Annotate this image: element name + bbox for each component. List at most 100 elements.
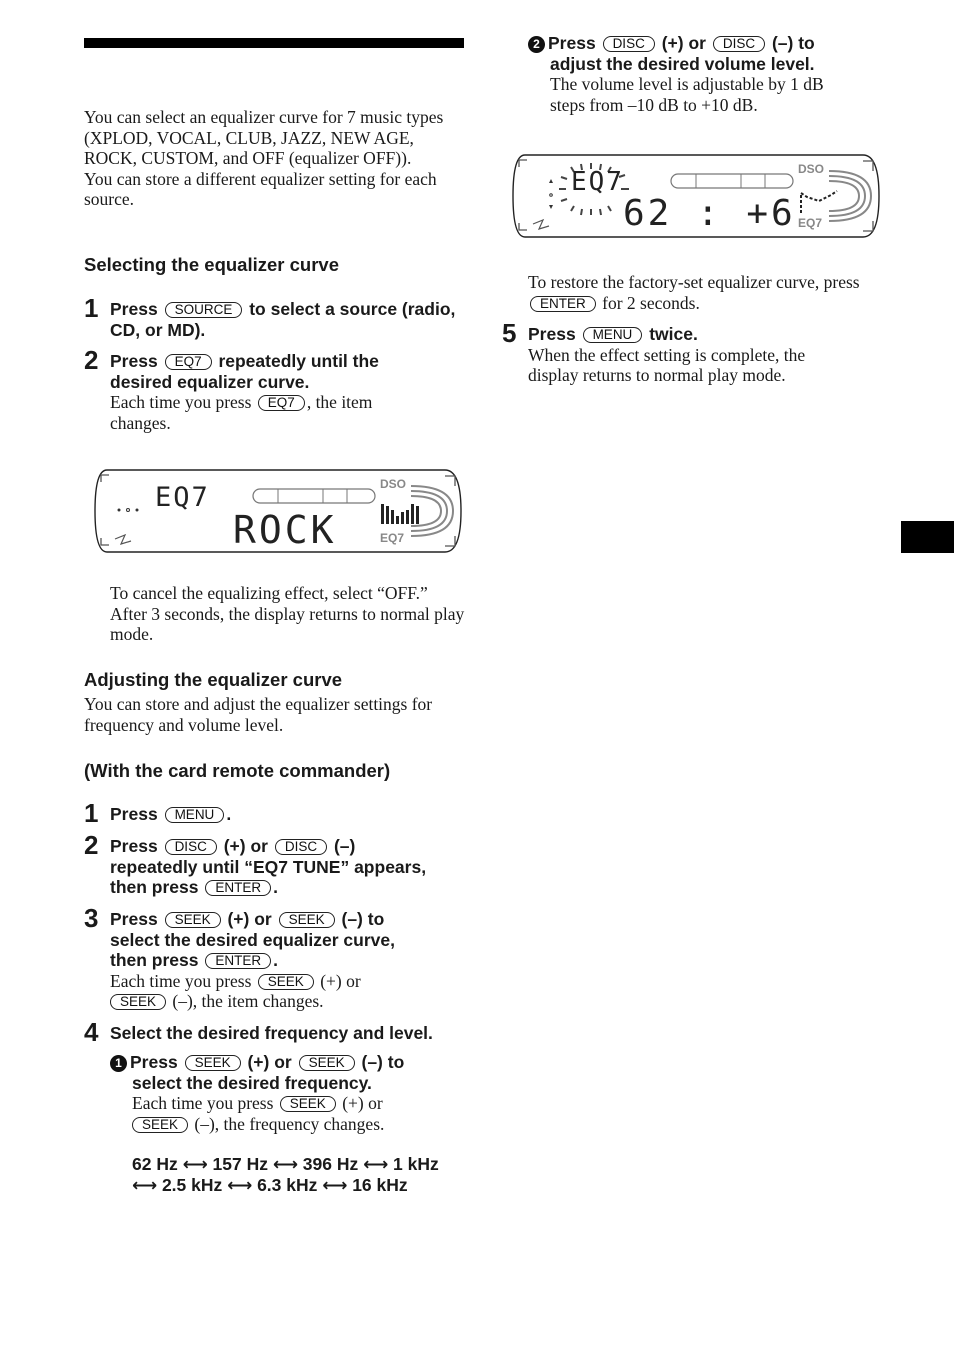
note-text: (–), the item changes. <box>172 991 324 1011</box>
step-line: Press DISC (+) or DISC (–) <box>110 836 470 857</box>
seek-plus-key: SEEK <box>279 1096 336 1112</box>
step-line: then press ENTER. <box>110 950 470 971</box>
adjust-step-4: 4 Select the desired frequency and level… <box>84 1019 480 1045</box>
step-text: to select a source (radio, CD, or MD). <box>110 299 456 340</box>
step-note: Each time you press SEEK (+) or SEEK (–)… <box>110 971 470 1012</box>
lcd-eq-label: EQ7 <box>380 531 405 545</box>
step-text: then press <box>110 877 199 897</box>
lcd-eq-label: EQ7 <box>798 216 823 230</box>
step-text: Press <box>110 804 158 824</box>
page-side-tab <box>901 521 954 553</box>
lcd-eq7-label: EQ7 <box>155 482 210 513</box>
seek-minus-key: SEEK <box>298 1055 355 1071</box>
step-line: select the desired frequency. <box>132 1072 372 1093</box>
step-text: . <box>226 804 232 824</box>
lcd-dso-label: DSO <box>798 162 825 176</box>
circled-number-2: 2 <box>528 36 545 53</box>
step-note: The volume level is adjustable by 1 dB s… <box>550 74 824 115</box>
step-note: Each time you press EQ7, the item change… <box>110 392 410 433</box>
step-text: Press <box>548 33 596 53</box>
adjust-intro: You can store and adjust the equalizer s… <box>84 694 433 735</box>
step-text: Press <box>110 909 158 929</box>
menu-key: MENU <box>164 807 225 823</box>
step-text: Press <box>110 836 158 856</box>
seek-plus-key: SEEK <box>184 1055 241 1071</box>
step-number: 1 <box>84 293 99 323</box>
note-text: (–), the frequency changes. <box>194 1113 385 1134</box>
disc-minus-key: DISC <box>274 839 328 855</box>
heading-selecting: Selecting the equalizer curve <box>84 254 339 275</box>
step-text: . <box>273 877 279 897</box>
seek-plus-key: SEEK <box>257 973 314 990</box>
intro-text-1: You can select an equalizer curve for 7 … <box>84 107 444 168</box>
step-text: Press <box>528 324 576 344</box>
lcd-main-text: ROCK <box>233 508 337 552</box>
enter-key: ENTER <box>205 880 272 896</box>
step-number: 2 <box>84 345 99 375</box>
step-number: 2 <box>84 830 99 860</box>
note-text: Each time you press <box>110 392 252 412</box>
restore-note: To restore the factory-set equalizer cur… <box>528 272 868 313</box>
step-text: (+) or <box>247 1052 292 1072</box>
note-text: (+) or <box>320 970 361 991</box>
seek-minus-key: SEEK <box>132 1116 189 1133</box>
lcd-display-tune: EQ7 62 : +6 DSO EQ7 <box>511 153 881 239</box>
seek-plus-key: SEEK <box>164 912 221 928</box>
step-text: Press <box>110 299 158 319</box>
step-line: 2 Press DISC (+) or DISC (–) to <box>528 33 888 54</box>
cancel-note: To cancel the equalizing effect, select … <box>110 583 465 644</box>
circled-number-1: 1 <box>110 1055 127 1072</box>
lcd-dso-label: DSO <box>380 477 407 491</box>
step-text: (–) <box>333 836 356 856</box>
heading-adjusting: Adjusting the equalizer curve <box>84 669 343 690</box>
select-step-2: 2 Press EQ7 repeatedly until the desired… <box>84 347 440 433</box>
frequency-sequence: 62 Hz ⟷ 157 Hz ⟷ 396 Hz ⟷ 1 kHz ⟷ 2.5 kH… <box>132 1154 470 1195</box>
step-text: (–) to <box>341 909 385 929</box>
step-text: twice. <box>649 324 698 344</box>
adjust-step-2: 2 Press DISC (+) or DISC (–) repeatedly … <box>84 832 470 898</box>
seek-minus-key: SEEK <box>110 994 167 1010</box>
note-text: Each time you press <box>110 970 252 991</box>
adjust-step-5: 5 Press MENU twice. When the effect sett… <box>502 320 868 386</box>
section-title-bar <box>84 38 464 48</box>
note-text: Each time you press <box>132 1093 274 1113</box>
step-line: repeatedly until “EQ7 TUNE” appears, <box>110 856 427 877</box>
subheading-remote: (With the card remote commander) <box>84 760 391 781</box>
step-text: (+) or <box>227 909 272 929</box>
step-text: (+) or <box>661 33 706 53</box>
step-number: 5 <box>502 318 517 348</box>
adjust-substep-1: 1 Press SEEK (+) or SEEK (–) to select th… <box>110 1052 470 1195</box>
step-text: Press <box>110 351 158 371</box>
step-text: (+) or <box>223 836 268 856</box>
adjust-step-3: 3 Press SEEK (+) or SEEK (–) to select t… <box>84 905 470 1012</box>
adjust-step-1: 1 Press MENU. <box>84 800 470 826</box>
lcd-main-text: 62 : +6 <box>623 193 796 234</box>
step-text: (–) to <box>771 33 815 53</box>
source-key: SOURCE <box>164 302 243 318</box>
step-line: Press SEEK (+) or SEEK (–) to <box>110 909 470 930</box>
note-text: (+) or <box>342 1093 383 1113</box>
eq7-key: EQ7 <box>164 354 212 370</box>
lcd-display-rock: EQ7 ROCK DSO EQ7 <box>93 468 463 554</box>
step-line: select the desired equalizer curve, <box>110 929 395 950</box>
step-text: then press <box>110 950 199 970</box>
disc-plus-key: DISC <box>602 36 655 52</box>
eq7-key: EQ7 <box>257 395 305 411</box>
lcd-eq7-label-blinking: EQ7 <box>571 167 624 197</box>
menu-key: MENU <box>582 327 643 343</box>
step-number: 4 <box>84 1017 99 1047</box>
intro-text-2: You can store a different equalizer sett… <box>84 168 437 210</box>
step-line: then press ENTER. <box>110 877 470 898</box>
disc-plus-key: DISC <box>164 839 217 855</box>
adjust-substep-2: 2 Press DISC (+) or DISC (–) to adjust th… <box>528 33 888 115</box>
disc-minus-key: DISC <box>712 36 766 52</box>
step-line: Select the desired frequency and level. <box>110 1023 433 1043</box>
step-text: (–) to <box>361 1052 405 1072</box>
step-number: 3 <box>84 903 99 933</box>
step-note: When the effect setting is complete, the… <box>528 344 806 386</box>
select-step-1: 1 Press SOURCE to select a source (radio… <box>84 295 470 340</box>
frequency-line: 62 Hz ⟷ 157 Hz ⟷ 396 Hz ⟷ 1 kHz <box>132 1154 439 1174</box>
note-text: To restore the factory-set equalizer cur… <box>528 272 860 292</box>
step-line: 1 Press SEEK (+) or SEEK (–) to <box>110 1052 470 1073</box>
step-text: Press <box>130 1052 178 1072</box>
